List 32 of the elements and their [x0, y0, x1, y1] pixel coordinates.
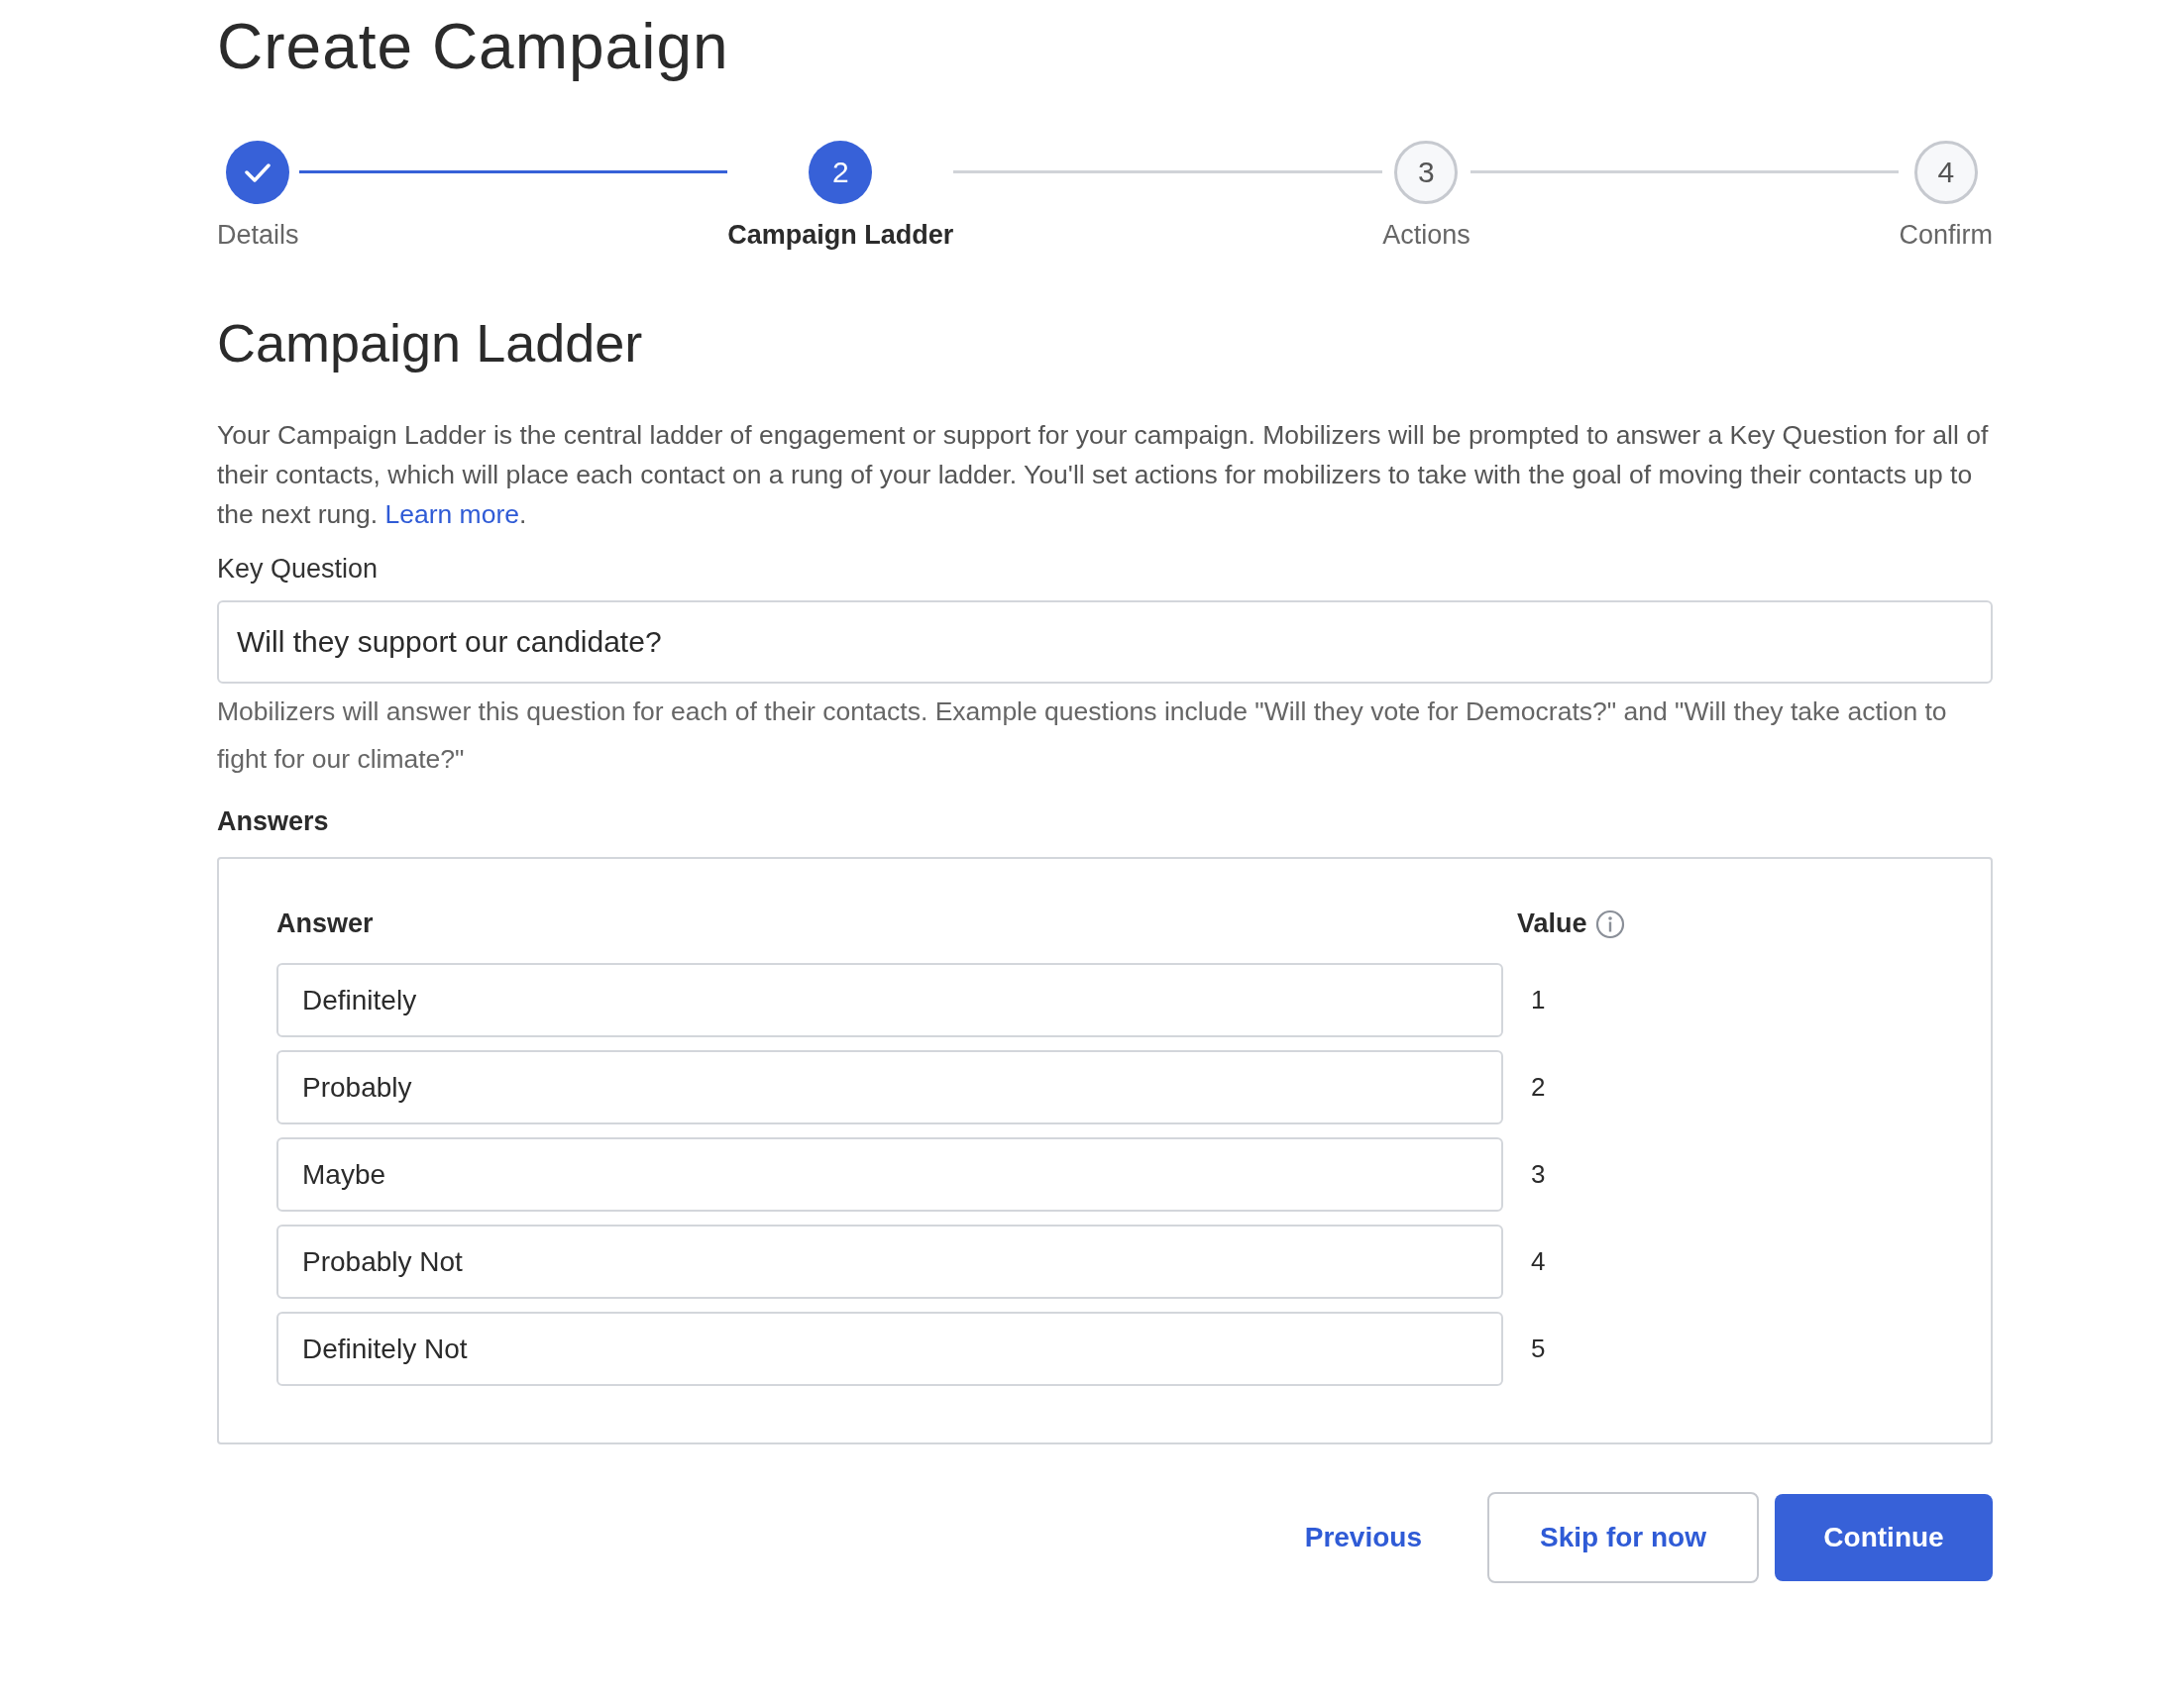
info-icon[interactable] [1594, 908, 1625, 939]
answer-value: 1 [1531, 985, 1547, 1015]
answer-field[interactable]: Probably Not [276, 1225, 1503, 1299]
step-label: Campaign Ladder [727, 220, 954, 251]
column-header: Answer [276, 908, 375, 939]
intro-paragraph: Your Campaign Ladder is the central ladder of engagement or support for your campaign. Mobilizers will be prompted to answer a Key Question for all of their contacts, which will place each contact on a rung of your ladder. You'll set actions for mobilizers to take with the goal of moving their contacts up to the next rung. Learn more. [217, 419, 1990, 531]
step-label: Actions [1382, 220, 1470, 251]
skip-button[interactable]: Skip for now [1487, 1492, 1759, 1583]
answer-field[interactable]: Maybe [276, 1137, 1503, 1212]
checkmark-icon [244, 161, 272, 183]
step-label: Confirm [1899, 220, 1993, 251]
field-label: Key Question [217, 554, 380, 585]
step-indicator: 3 [1394, 141, 1459, 204]
answer-value: 2 [1531, 1072, 1547, 1103]
help-text: Mobilizers will answer this question for each of their contacts. Example questions include "Will they vote for Democrats?" and "Will they take action to fight for our climate?" [217, 695, 1948, 776]
section-title: Campaign Ladder [217, 312, 644, 374]
answer-field[interactable]: Definitely [276, 963, 1503, 1037]
continue-button[interactable]: Continue [1775, 1494, 1993, 1581]
answer-field[interactable]: Probably [276, 1050, 1503, 1124]
column-header: Value [1517, 908, 1587, 939]
learn-more-link[interactable]: Learn more [384, 499, 519, 529]
answer-value: 5 [1531, 1334, 1547, 1364]
key-question-field[interactable]: Will they support our candidate? [217, 600, 1993, 684]
previous-button[interactable]: Previous [1274, 1522, 1471, 1553]
answer-value: 3 [1531, 1159, 1547, 1190]
answers-title: Answers [217, 806, 330, 837]
page-title: Create Campaign [217, 10, 730, 83]
answer-field[interactable]: Definitely Not [276, 1312, 1503, 1386]
step-indicator: 4 [1913, 141, 1978, 204]
step-indicator: 2 [809, 141, 873, 204]
step-label: Details [217, 220, 299, 251]
answer-value: 4 [1531, 1246, 1547, 1277]
